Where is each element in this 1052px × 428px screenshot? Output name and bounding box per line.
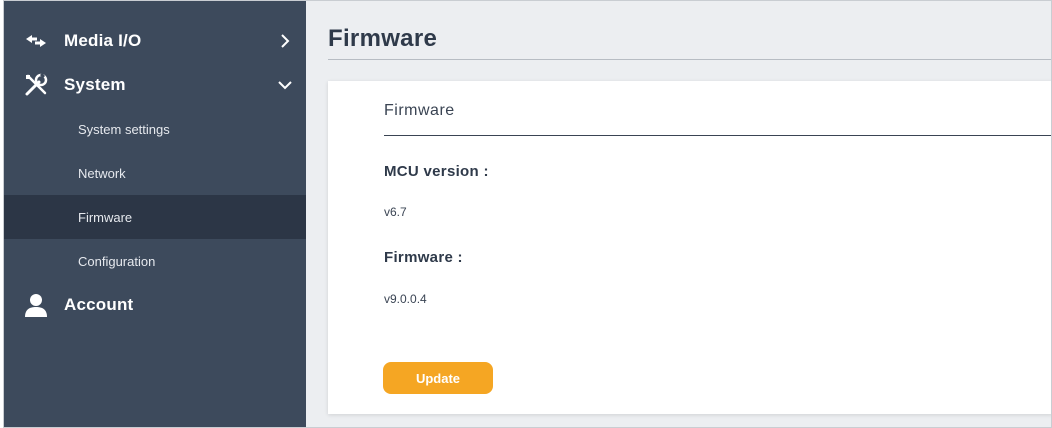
sidebar-item-network[interactable]: Network xyxy=(4,151,306,195)
sidebar: Media I/O System System settings Network… xyxy=(4,1,306,427)
user-icon xyxy=(22,291,50,319)
title-divider xyxy=(328,59,1051,60)
card-divider xyxy=(384,135,1051,136)
mcu-version-label: MCU version : xyxy=(384,163,489,180)
sidebar-item-media-io[interactable]: Media I/O xyxy=(4,19,306,63)
sidebar-item-label: System settings xyxy=(78,121,170,137)
update-button[interactable]: Update xyxy=(383,362,493,394)
firmware-version-value: v9.0.0.4 xyxy=(384,292,427,306)
firmware-card: Firmware MCU version : v6.7 Firmware : v… xyxy=(328,81,1051,414)
sidebar-item-configuration[interactable]: Configuration xyxy=(4,239,306,283)
chevron-right-icon xyxy=(276,32,294,50)
sidebar-item-firmware[interactable]: Firmware xyxy=(4,195,306,239)
sidebar-item-label: Media I/O xyxy=(64,31,142,50)
sidebar-item-label: Firmware xyxy=(78,209,133,225)
sidebar-item-system[interactable]: System xyxy=(4,63,306,107)
sidebar-item-label: Configuration xyxy=(78,253,156,269)
sidebar-item-label: Network xyxy=(78,165,126,181)
mcu-version-value: v6.7 xyxy=(384,205,407,219)
chevron-down-icon xyxy=(276,76,294,94)
sidebar-item-system-settings[interactable]: System settings xyxy=(4,107,306,151)
sidebar-item-label: System xyxy=(64,75,126,94)
firmware-version-label: Firmware : xyxy=(384,249,463,266)
card-title: Firmware xyxy=(384,102,455,119)
sidebar-item-account[interactable]: Account xyxy=(4,283,306,327)
sidebar-item-label: Account xyxy=(64,295,134,314)
page-title: Firmware xyxy=(328,25,438,52)
arrows-icon xyxy=(22,27,50,55)
app-window: Media I/O System System settings Network… xyxy=(3,0,1052,428)
tools-icon xyxy=(22,71,50,99)
main-content: Firmware Firmware MCU version : v6.7 Fir… xyxy=(306,1,1051,427)
